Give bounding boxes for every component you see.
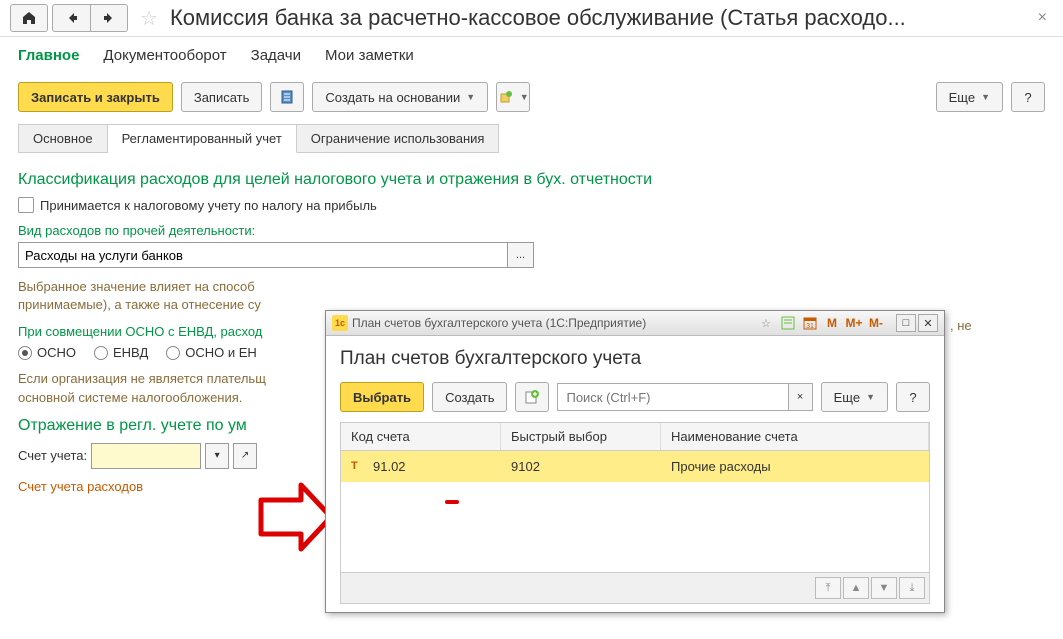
radio-icon xyxy=(94,346,108,360)
save-button[interactable]: Записать xyxy=(181,82,263,112)
cell-name: Прочие расходы xyxy=(661,451,929,482)
favorite-star-icon[interactable]: ☆ xyxy=(140,6,158,31)
window-close-button[interactable]: ✕ xyxy=(918,314,938,332)
tb-m-button[interactable]: M xyxy=(822,314,842,332)
help-button[interactable]: ? xyxy=(1011,82,1045,112)
hint-text-1: Выбранное значение влияет на способ прин… xyxy=(18,278,1045,314)
dialog-more-label: Еще xyxy=(834,390,860,405)
classification-heading: Классификация расходов для целей налогов… xyxy=(18,171,1045,189)
search-clear-button[interactable]: × xyxy=(789,383,813,411)
subtab-regulated[interactable]: Регламентированный учет xyxy=(108,124,297,153)
col-quick[interactable]: Быстрый выбор xyxy=(501,423,661,450)
radio-osno[interactable]: ОСНО xyxy=(18,345,76,360)
grid-up-button[interactable]: ▲ xyxy=(843,577,869,599)
add-item-button[interactable] xyxy=(515,382,549,412)
tb-mplus-button[interactable]: M+ xyxy=(844,314,864,332)
radio-osno-label: ОСНО xyxy=(37,345,76,360)
window-maximize-button[interactable]: □ xyxy=(896,314,916,332)
col-name[interactable]: Наименование счета xyxy=(661,423,929,450)
tb-calc-icon[interactable] xyxy=(778,314,798,332)
tab-main[interactable]: Главное xyxy=(18,47,79,64)
calendar-icon: 31 xyxy=(803,316,817,330)
more-button[interactable]: Еще ▼ xyxy=(936,82,1003,112)
hint-tail: , не xyxy=(950,318,972,333)
attach-icon xyxy=(498,89,514,105)
account-open-button[interactable]: ↗ xyxy=(233,443,257,469)
radio-envd[interactable]: ЕНВД xyxy=(94,345,148,360)
dialog-help-button[interactable]: ? xyxy=(896,382,930,412)
chevron-down-icon: ▼ xyxy=(981,92,990,102)
tax-accounting-checkbox[interactable] xyxy=(18,197,34,213)
close-page-button[interactable]: × xyxy=(1032,9,1053,27)
dialog-more-button[interactable]: Еще ▼ xyxy=(821,382,888,412)
subtab-basic[interactable]: Основное xyxy=(18,124,108,153)
tb-favorite-icon[interactable]: ☆ xyxy=(756,314,776,332)
cell-code: 91.02 xyxy=(373,459,406,474)
more-label: Еще xyxy=(949,90,975,105)
account-label: Счет учета: xyxy=(18,448,87,463)
svg-text:31: 31 xyxy=(806,323,814,330)
dialog-heading: План счетов бухгалтерского учета xyxy=(340,348,930,370)
page-title: Комиссия банка за расчетно-кассовое обсл… xyxy=(170,5,1028,31)
col-code[interactable]: Код счета xyxy=(341,423,501,450)
account-input[interactable] xyxy=(91,443,201,469)
back-button[interactable] xyxy=(52,4,90,32)
add-icon xyxy=(524,389,540,405)
radio-envd-label: ЕНВД xyxy=(113,345,148,360)
tab-notes[interactable]: Мои заметки xyxy=(325,47,414,64)
dialog-title: План счетов бухгалтерского учета (1С:Пре… xyxy=(352,316,752,330)
arrow-right-icon xyxy=(101,10,117,26)
chevron-down-icon: ▼ xyxy=(866,392,875,402)
tab-docflow[interactable]: Документооборот xyxy=(103,47,226,64)
accounts-grid: Код счета Быстрый выбор Наименование сче… xyxy=(340,422,930,604)
cell-quick: 9102 xyxy=(501,451,661,482)
attachment-button[interactable]: ▼ xyxy=(496,82,530,112)
grid-first-button[interactable]: ⤒ xyxy=(815,577,841,599)
expense-type-select-button[interactable]: ... xyxy=(508,242,534,268)
radio-icon xyxy=(166,346,180,360)
report-button[interactable] xyxy=(270,82,304,112)
search-input[interactable] xyxy=(557,383,788,411)
home-button[interactable] xyxy=(10,4,48,32)
expense-type-input[interactable] xyxy=(18,242,508,268)
tax-accounting-label: Принимается к налоговому учету по налогу… xyxy=(40,198,377,213)
forward-button[interactable] xyxy=(90,4,128,32)
list-icon xyxy=(279,89,295,105)
create-on-basis-label: Создать на основании xyxy=(325,90,460,105)
chevron-down-icon: ▼ xyxy=(466,92,475,102)
radio-icon xyxy=(18,346,32,360)
annotation-underline-icon xyxy=(445,500,459,504)
subtab-restriction[interactable]: Ограничение использования xyxy=(297,124,500,153)
tb-calendar-icon[interactable]: 31 xyxy=(800,314,820,332)
radio-osno-envd[interactable]: ОСНО и ЕН xyxy=(166,345,257,360)
account-dropdown-button[interactable]: ▾ xyxy=(205,443,229,469)
app-logo-icon: 1c xyxy=(332,315,348,331)
radio-osno-envd-label: ОСНО и ЕН xyxy=(185,345,257,360)
calculator-icon xyxy=(781,316,795,330)
grid-down-button[interactable]: ▼ xyxy=(871,577,897,599)
t-account-icon: T xyxy=(351,460,365,474)
expense-type-label: Вид расходов по прочей деятельности: xyxy=(18,223,1045,238)
home-icon xyxy=(21,10,37,26)
tb-mminus-button[interactable]: M- xyxy=(866,314,886,332)
save-close-button[interactable]: Записать и закрыть xyxy=(18,82,173,112)
select-button[interactable]: Выбрать xyxy=(340,382,424,412)
chevron-down-icon: ▼ xyxy=(520,92,529,102)
arrow-left-icon xyxy=(64,10,80,26)
grid-last-button[interactable]: ⤓ xyxy=(899,577,925,599)
create-on-basis-button[interactable]: Создать на основании ▼ xyxy=(312,82,488,112)
create-button[interactable]: Создать xyxy=(432,382,507,412)
tab-tasks[interactable]: Задачи xyxy=(251,47,301,64)
table-row[interactable]: T 91.02 9102 Прочие расходы xyxy=(341,451,929,482)
chart-of-accounts-dialog: 1c План счетов бухгалтерского учета (1С:… xyxy=(325,310,945,613)
